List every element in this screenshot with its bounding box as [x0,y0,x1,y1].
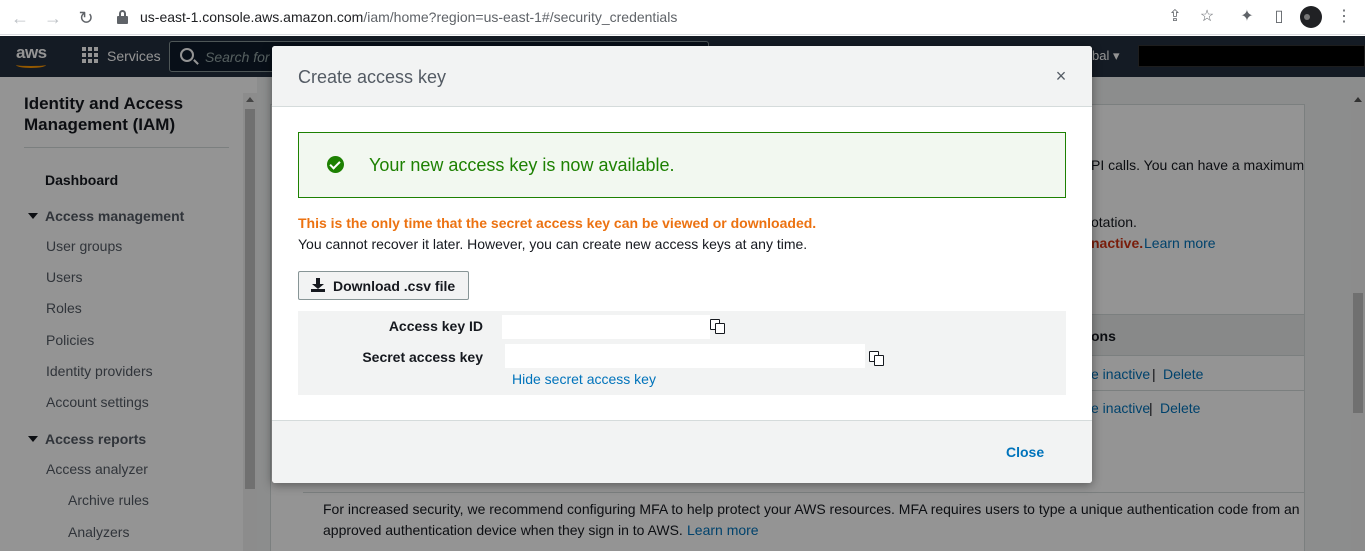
url-path: /iam/home?region=us-east-1#/security_cre… [363,9,678,25]
access-key-id-field[interactable] [502,315,710,339]
copy-icon[interactable] [710,319,726,335]
download-csv-button[interactable]: Download .csv file [298,271,469,300]
copy-icon[interactable] [869,351,885,367]
create-access-key-dialog: Create access key × Your new access key … [272,46,1092,483]
success-message: Your new access key is now available. [369,155,675,175]
reload-icon[interactable]: ↻ [75,7,97,29]
lock-icon[interactable] [117,10,128,24]
access-key-id-label: Access key ID [388,318,483,334]
dialog-header: Create access key × [272,46,1092,107]
close-icon[interactable]: × [1052,66,1070,86]
address-bar[interactable]: us-east-1.console.aws.amazon.com/iam/hom… [140,9,677,25]
share-icon[interactable]: ⇪ [1165,7,1185,27]
url-host: us-east-1.console.aws.amazon.com [140,9,364,25]
star-icon[interactable]: ☆ [1197,7,1217,27]
dialog-title: Create access key [298,67,447,87]
secret-access-key-field[interactable] [505,344,865,368]
back-arrow-icon[interactable]: ← [9,7,31,29]
extensions-icon[interactable]: ✦ [1237,7,1257,27]
secret-key-warning: This is the only time that the secret ac… [298,215,817,231]
download-csv-label: Download .csv file [333,278,456,294]
secret-access-key-label: Secret access key [362,349,483,365]
menu-kebab-icon[interactable]: ⋮ [1334,7,1354,27]
recovery-note: You cannot recover it later. However, yo… [298,236,808,252]
dialog-footer: Close [272,420,1092,483]
close-button[interactable]: Close [1006,444,1044,460]
access-key-details: Access key ID Secret access key Hide sec… [298,311,1066,395]
profile-avatar[interactable] [1300,6,1322,28]
browser-toolbar: ← → ↻ us-east-1.console.aws.amazon.com/i… [0,0,1365,35]
forward-arrow-icon[interactable]: → [42,7,64,29]
check-circle-icon [327,156,344,173]
side-panel-icon[interactable]: ▯ [1269,7,1289,27]
download-icon [311,278,325,292]
success-alert: Your new access key is now available. [298,132,1066,198]
hide-secret-access-key-link[interactable]: Hide secret access key [512,371,656,387]
